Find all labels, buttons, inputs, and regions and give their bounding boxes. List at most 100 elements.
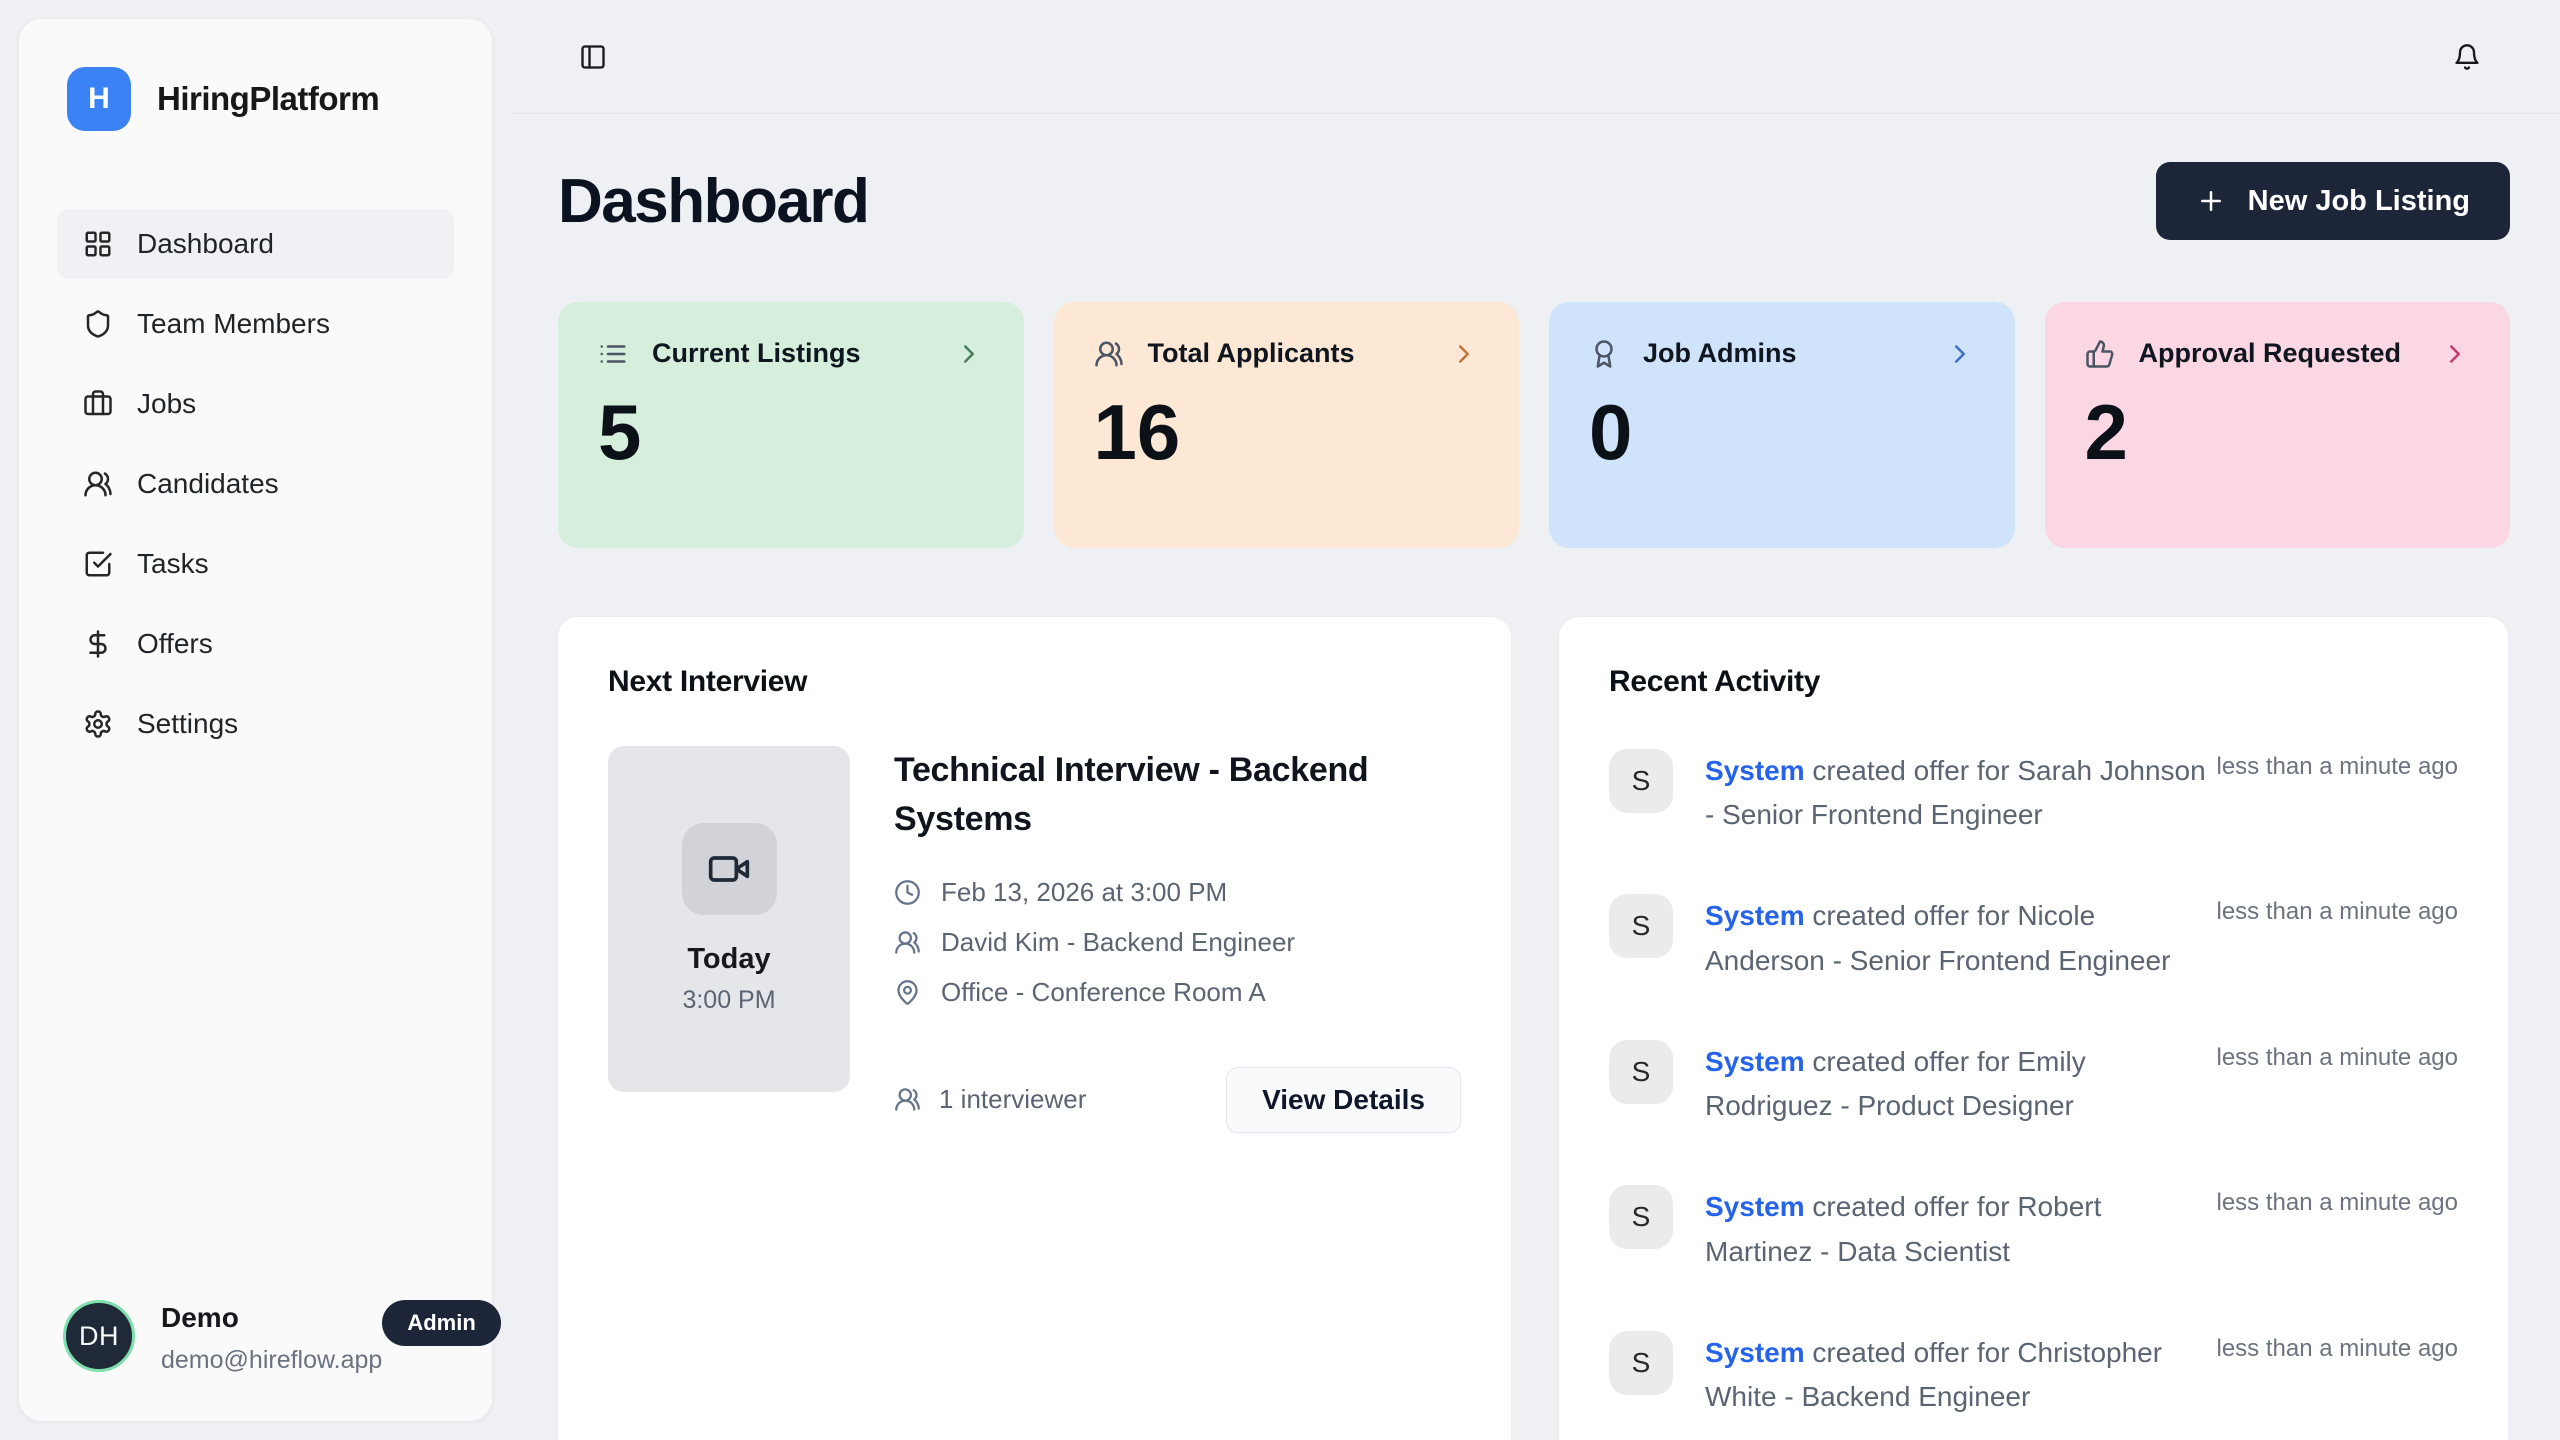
thumbs-up-icon — [2085, 339, 2115, 369]
stat-label: Approval Requested — [2139, 338, 2402, 369]
bottom-row: Next Interview Today 3:00 PM Technical I… — [558, 617, 2510, 1440]
activity-actor-link[interactable]: System — [1705, 900, 1805, 931]
activity-item: S System created offer for Robert Martin… — [1609, 1185, 2458, 1273]
interview-location-row: Office - Conference Room A — [894, 977, 1461, 1008]
activity-text: System created offer for Robert Martinez… — [1705, 1185, 2217, 1273]
sidebar-item-label: Dashboard — [137, 228, 274, 260]
layout-grid-icon — [83, 229, 113, 259]
activity-actor-link[interactable]: System — [1705, 1046, 1805, 1077]
activity-item: S System created offer for Christopher W… — [1609, 1331, 2458, 1419]
stat-head: Total Applicants — [1094, 338, 1480, 369]
activity-timestamp: less than a minute ago — [2217, 749, 2459, 781]
video-icon — [707, 847, 751, 891]
sidebar-item-label: Tasks — [137, 548, 209, 580]
activity-timestamp: less than a minute ago — [2217, 1185, 2459, 1217]
stat-card-approval-requested[interactable]: Approval Requested 2 — [2045, 302, 2511, 548]
sidebar-item-offers[interactable]: Offers — [57, 609, 454, 679]
content: Dashboard New Job Listing Current Listin… — [511, 162, 2560, 1440]
activity-text: System created offer for Emily Rodriguez… — [1705, 1040, 2217, 1128]
activity-text: System created offer for Sarah Johnson -… — [1705, 749, 2217, 837]
activity-avatar: S — [1609, 894, 1673, 958]
chevron-right-icon — [1449, 339, 1479, 369]
interviewer-count: 1 interviewer — [894, 1084, 1086, 1115]
chevron-right-icon — [2440, 339, 2470, 369]
sidebar-item-team-members[interactable]: Team Members — [57, 289, 454, 359]
topbar — [511, 0, 2560, 114]
interviewer-count-label: 1 interviewer — [939, 1084, 1086, 1115]
activity-timestamp: less than a minute ago — [2217, 1331, 2459, 1363]
stat-head: Job Admins — [1589, 338, 1975, 369]
stats-row: Current Listings 5 Total Applicants 16 J… — [558, 302, 2510, 548]
interview-datetime: Feb 13, 2026 at 3:00 PM — [941, 877, 1227, 908]
stat-label: Total Applicants — [1148, 338, 1355, 369]
interview-datetime-row: Feb 13, 2026 at 3:00 PM — [894, 877, 1461, 908]
user-name: Demo — [161, 1302, 382, 1334]
clock-icon — [894, 879, 921, 906]
new-job-listing-button[interactable]: New Job Listing — [2156, 162, 2510, 240]
interview-thumbnail: Today 3:00 PM — [608, 746, 850, 1092]
activity-item: S System created offer for Sarah Johnson… — [1609, 749, 2458, 837]
chevron-right-icon — [954, 339, 984, 369]
stat-card-job-admins[interactable]: Job Admins 0 — [1549, 302, 2015, 548]
main-area: Dashboard New Job Listing Current Listin… — [511, 0, 2560, 1440]
activity-avatar: S — [1609, 1331, 1673, 1395]
interview-candidate: David Kim - Backend Engineer — [941, 927, 1295, 958]
list-icon — [598, 339, 628, 369]
stat-value: 5 — [598, 393, 984, 471]
stat-card-total-applicants[interactable]: Total Applicants 16 — [1054, 302, 1520, 548]
user-chip[interactable]: DH Demo demo@hireflow.app Admin — [63, 1300, 452, 1375]
avatar: DH — [63, 1300, 135, 1372]
map-pin-icon — [894, 979, 921, 1006]
title-row: Dashboard New Job Listing — [558, 162, 2510, 240]
interview-info: Technical Interview - Backend Systems Fe… — [894, 746, 1461, 1133]
sidebar-item-label: Team Members — [137, 308, 330, 340]
activity-actor-link[interactable]: System — [1705, 1191, 1805, 1222]
interview-candidate-row: David Kim - Backend Engineer — [894, 927, 1461, 958]
stat-head: Approval Requested — [2085, 338, 2471, 369]
stat-value: 2 — [2085, 393, 2471, 471]
interview-card: Today 3:00 PM Technical Interview - Back… — [608, 746, 1461, 1133]
stat-card-current-listings[interactable]: Current Listings 5 — [558, 302, 1024, 548]
sidebar-item-jobs[interactable]: Jobs — [57, 369, 454, 439]
briefcase-icon — [83, 389, 113, 419]
role-badge: Admin — [382, 1300, 500, 1346]
stat-head: Current Listings — [598, 338, 984, 369]
dollar-icon — [83, 629, 113, 659]
app-logo: H — [67, 67, 131, 131]
bell-icon — [2453, 43, 2481, 71]
activity-text: System created offer for Nicole Anderson… — [1705, 894, 2217, 982]
sidebar-item-settings[interactable]: Settings — [57, 689, 454, 759]
sidebar-toggle-button[interactable] — [573, 37, 613, 77]
next-interview-panel: Next Interview Today 3:00 PM Technical I… — [558, 617, 1511, 1440]
interview-title: Technical Interview - Backend Systems — [894, 746, 1374, 845]
interview-location: Office - Conference Room A — [941, 977, 1266, 1008]
panel-left-icon — [579, 43, 607, 71]
new-job-listing-label: New Job Listing — [2248, 185, 2470, 218]
sidebar-item-label: Candidates — [137, 468, 279, 500]
activity-item: S System created offer for Nicole Anders… — [1609, 894, 2458, 982]
activity-avatar: S — [1609, 1040, 1673, 1104]
sidebar-item-dashboard[interactable]: Dashboard — [57, 209, 454, 279]
users-icon — [894, 929, 921, 956]
user-email: demo@hireflow.app — [161, 1346, 382, 1375]
gear-icon — [83, 709, 113, 739]
activity-actor-link[interactable]: System — [1705, 755, 1805, 786]
activity-text: System created offer for Christopher Whi… — [1705, 1331, 2217, 1419]
activity-item: S System created offer for Emily Rodrigu… — [1609, 1040, 2458, 1128]
sidebar-item-tasks[interactable]: Tasks — [57, 529, 454, 599]
notifications-button[interactable] — [2447, 37, 2487, 77]
interview-day: Today — [687, 943, 770, 976]
plus-icon — [2196, 186, 2226, 216]
interview-details: Feb 13, 2026 at 3:00 PM David Kim - Back… — [894, 877, 1461, 1027]
activity-timestamp: less than a minute ago — [2217, 894, 2459, 926]
chevron-right-icon — [1945, 339, 1975, 369]
sidebar-item-candidates[interactable]: Candidates — [57, 449, 454, 519]
view-details-button[interactable]: View Details — [1226, 1067, 1461, 1133]
sidebar-item-label: Jobs — [137, 388, 196, 420]
sidebar: H HiringPlatform Dashboard Team Members … — [18, 18, 493, 1422]
stat-label: Current Listings — [652, 338, 861, 369]
activity-actor-link[interactable]: System — [1705, 1337, 1805, 1368]
users-icon — [1094, 339, 1124, 369]
users-icon — [894, 1086, 921, 1113]
activity-avatar: S — [1609, 1185, 1673, 1249]
